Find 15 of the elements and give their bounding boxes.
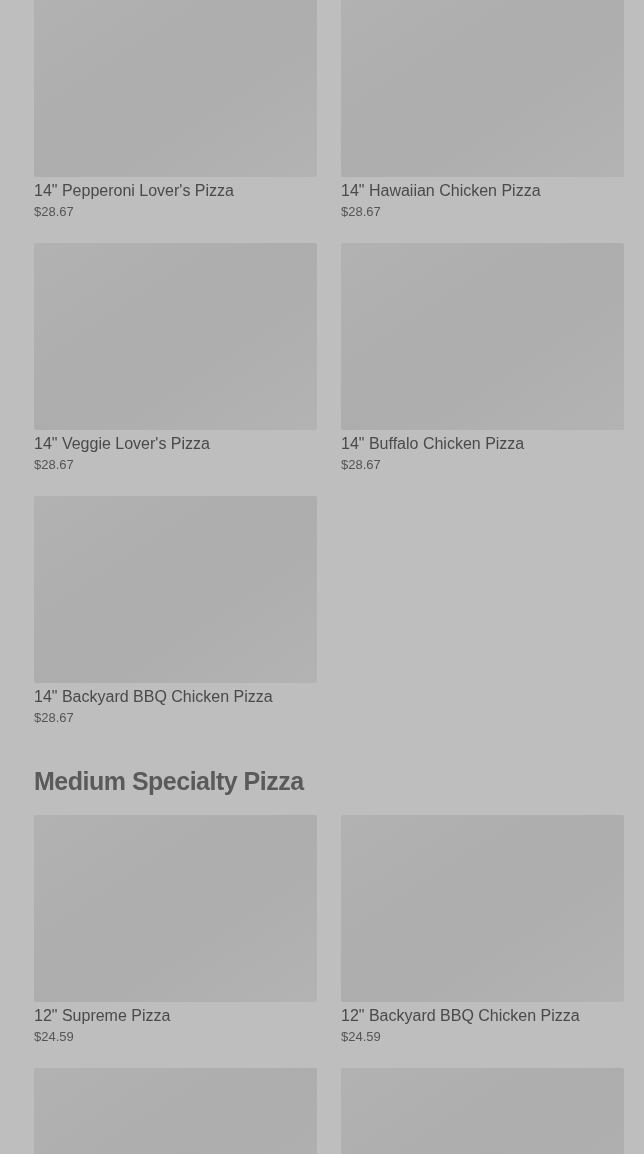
product-name[interactable]: 14" Backyard BBQ Chicken Pizza	[34, 686, 317, 708]
product-name[interactable]: 14" Hawaiian Chicken Pizza	[341, 180, 624, 202]
product-name[interactable]: 14" Buffalo Chicken Pizza	[341, 433, 624, 455]
product-price: $28.67	[34, 709, 75, 727]
product-name[interactable]: 14" Pepperoni Lover's Pizza	[34, 180, 317, 202]
product-price: $24.59	[341, 1028, 382, 1046]
product-name[interactable]: 12" Supreme Pizza	[34, 1005, 317, 1027]
product-price: $28.67	[34, 456, 75, 474]
section-heading: Medium Specialty Pizza	[34, 766, 306, 797]
product-name[interactable]: 14" Veggie Lover's Pizza	[34, 433, 317, 455]
product-price: $28.67	[341, 456, 382, 474]
product-name[interactable]: 12" Backyard BBQ Chicken Pizza	[341, 1005, 624, 1027]
product-price: $28.67	[341, 203, 382, 221]
product-price: $24.59	[34, 1028, 75, 1046]
product-price: $28.67	[34, 203, 75, 221]
